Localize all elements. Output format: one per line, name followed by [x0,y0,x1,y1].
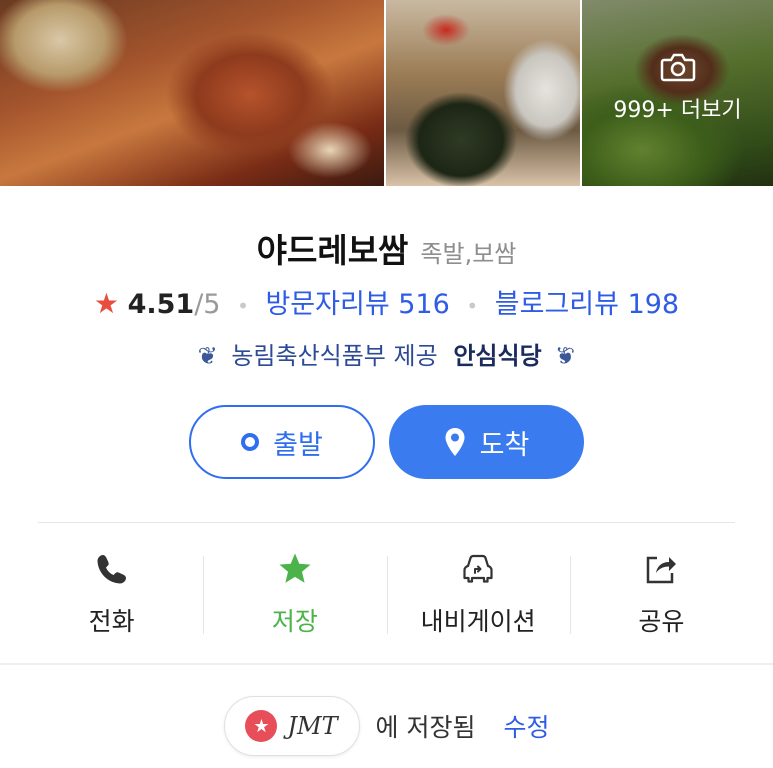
phone-icon [97,555,126,584]
rating-score: 4.51 [127,289,195,320]
laurel-right-icon: ❦ [555,342,576,370]
laurel-left-icon: ❦ [197,342,218,370]
save-button[interactable]: 저장 [203,548,386,640]
photo-thumbnail-1[interactable] [0,0,384,186]
save-label: 저장 [271,607,318,636]
more-photos-label: 999+ 더보기 [613,98,742,123]
blog-reviews-link[interactable]: 블로그리뷰 198 [495,289,679,320]
arrive-label: 도착 [479,429,530,461]
photo-thumbnail-3[interactable]: 999+ 더보기 [581,0,773,186]
call-button[interactable]: 전화 [20,548,203,640]
share-label: 공유 [638,607,685,636]
share-icon [647,556,677,584]
section-separator [0,663,773,665]
call-label: 전화 [88,607,135,636]
saved-list-name: JMT [287,712,338,740]
saved-status-text: 에 저장됨 [375,713,476,742]
saved-status-row: ★ JMT 에 저장됨 수정 [0,696,773,756]
action-bar: 전화 저장 내비게이션 공유 [20,548,753,640]
location-pin-icon [445,428,465,456]
place-name: 야드레보쌈 [256,231,409,270]
saved-list-chip[interactable]: ★ JMT [223,696,360,756]
rating-row: ★ 4.51/5 • 방문자리뷰 516 • 블로그리뷰 198 [0,282,773,321]
arrive-button[interactable]: 도착 [389,405,584,479]
photo-strip: 999+ 더보기 [0,0,773,186]
title-row: 야드레보쌈 족발,보쌈 [0,224,773,272]
depart-label: 출발 [273,429,323,461]
visitor-reviews-link[interactable]: 방문자리뷰 516 [265,289,449,320]
certification-badge: 안심식당 [453,342,542,370]
navigation-label: 내비게이션 [420,607,536,636]
navigation-button[interactable]: 내비게이션 [386,548,570,640]
depart-button[interactable]: 출발 [189,405,375,479]
photo-thumbnail-2[interactable] [386,0,580,186]
car-navigation-icon [463,554,493,583]
separator-dot: • [237,293,249,318]
list-star-icon: ★ [245,710,278,742]
divider [38,522,735,523]
place-category: 족발,보쌈 [420,240,517,268]
rating-star-icon: ★ [93,287,119,320]
edit-saved-link[interactable]: 수정 [503,708,549,744]
more-photos-button[interactable]: 999+ 더보기 [582,0,773,186]
origin-dot-icon [241,433,260,451]
share-button[interactable]: 공유 [569,548,753,640]
certification-row[interactable]: ❦ 농림축산식품부 제공 안심식당 ❦ [0,336,773,371]
rating-max: /5 [194,289,221,320]
certification-provider: 농림축산식품부 제공 [231,342,438,370]
separator-dot: • [466,293,479,318]
camera-icon [660,53,695,82]
star-icon [279,553,311,583]
